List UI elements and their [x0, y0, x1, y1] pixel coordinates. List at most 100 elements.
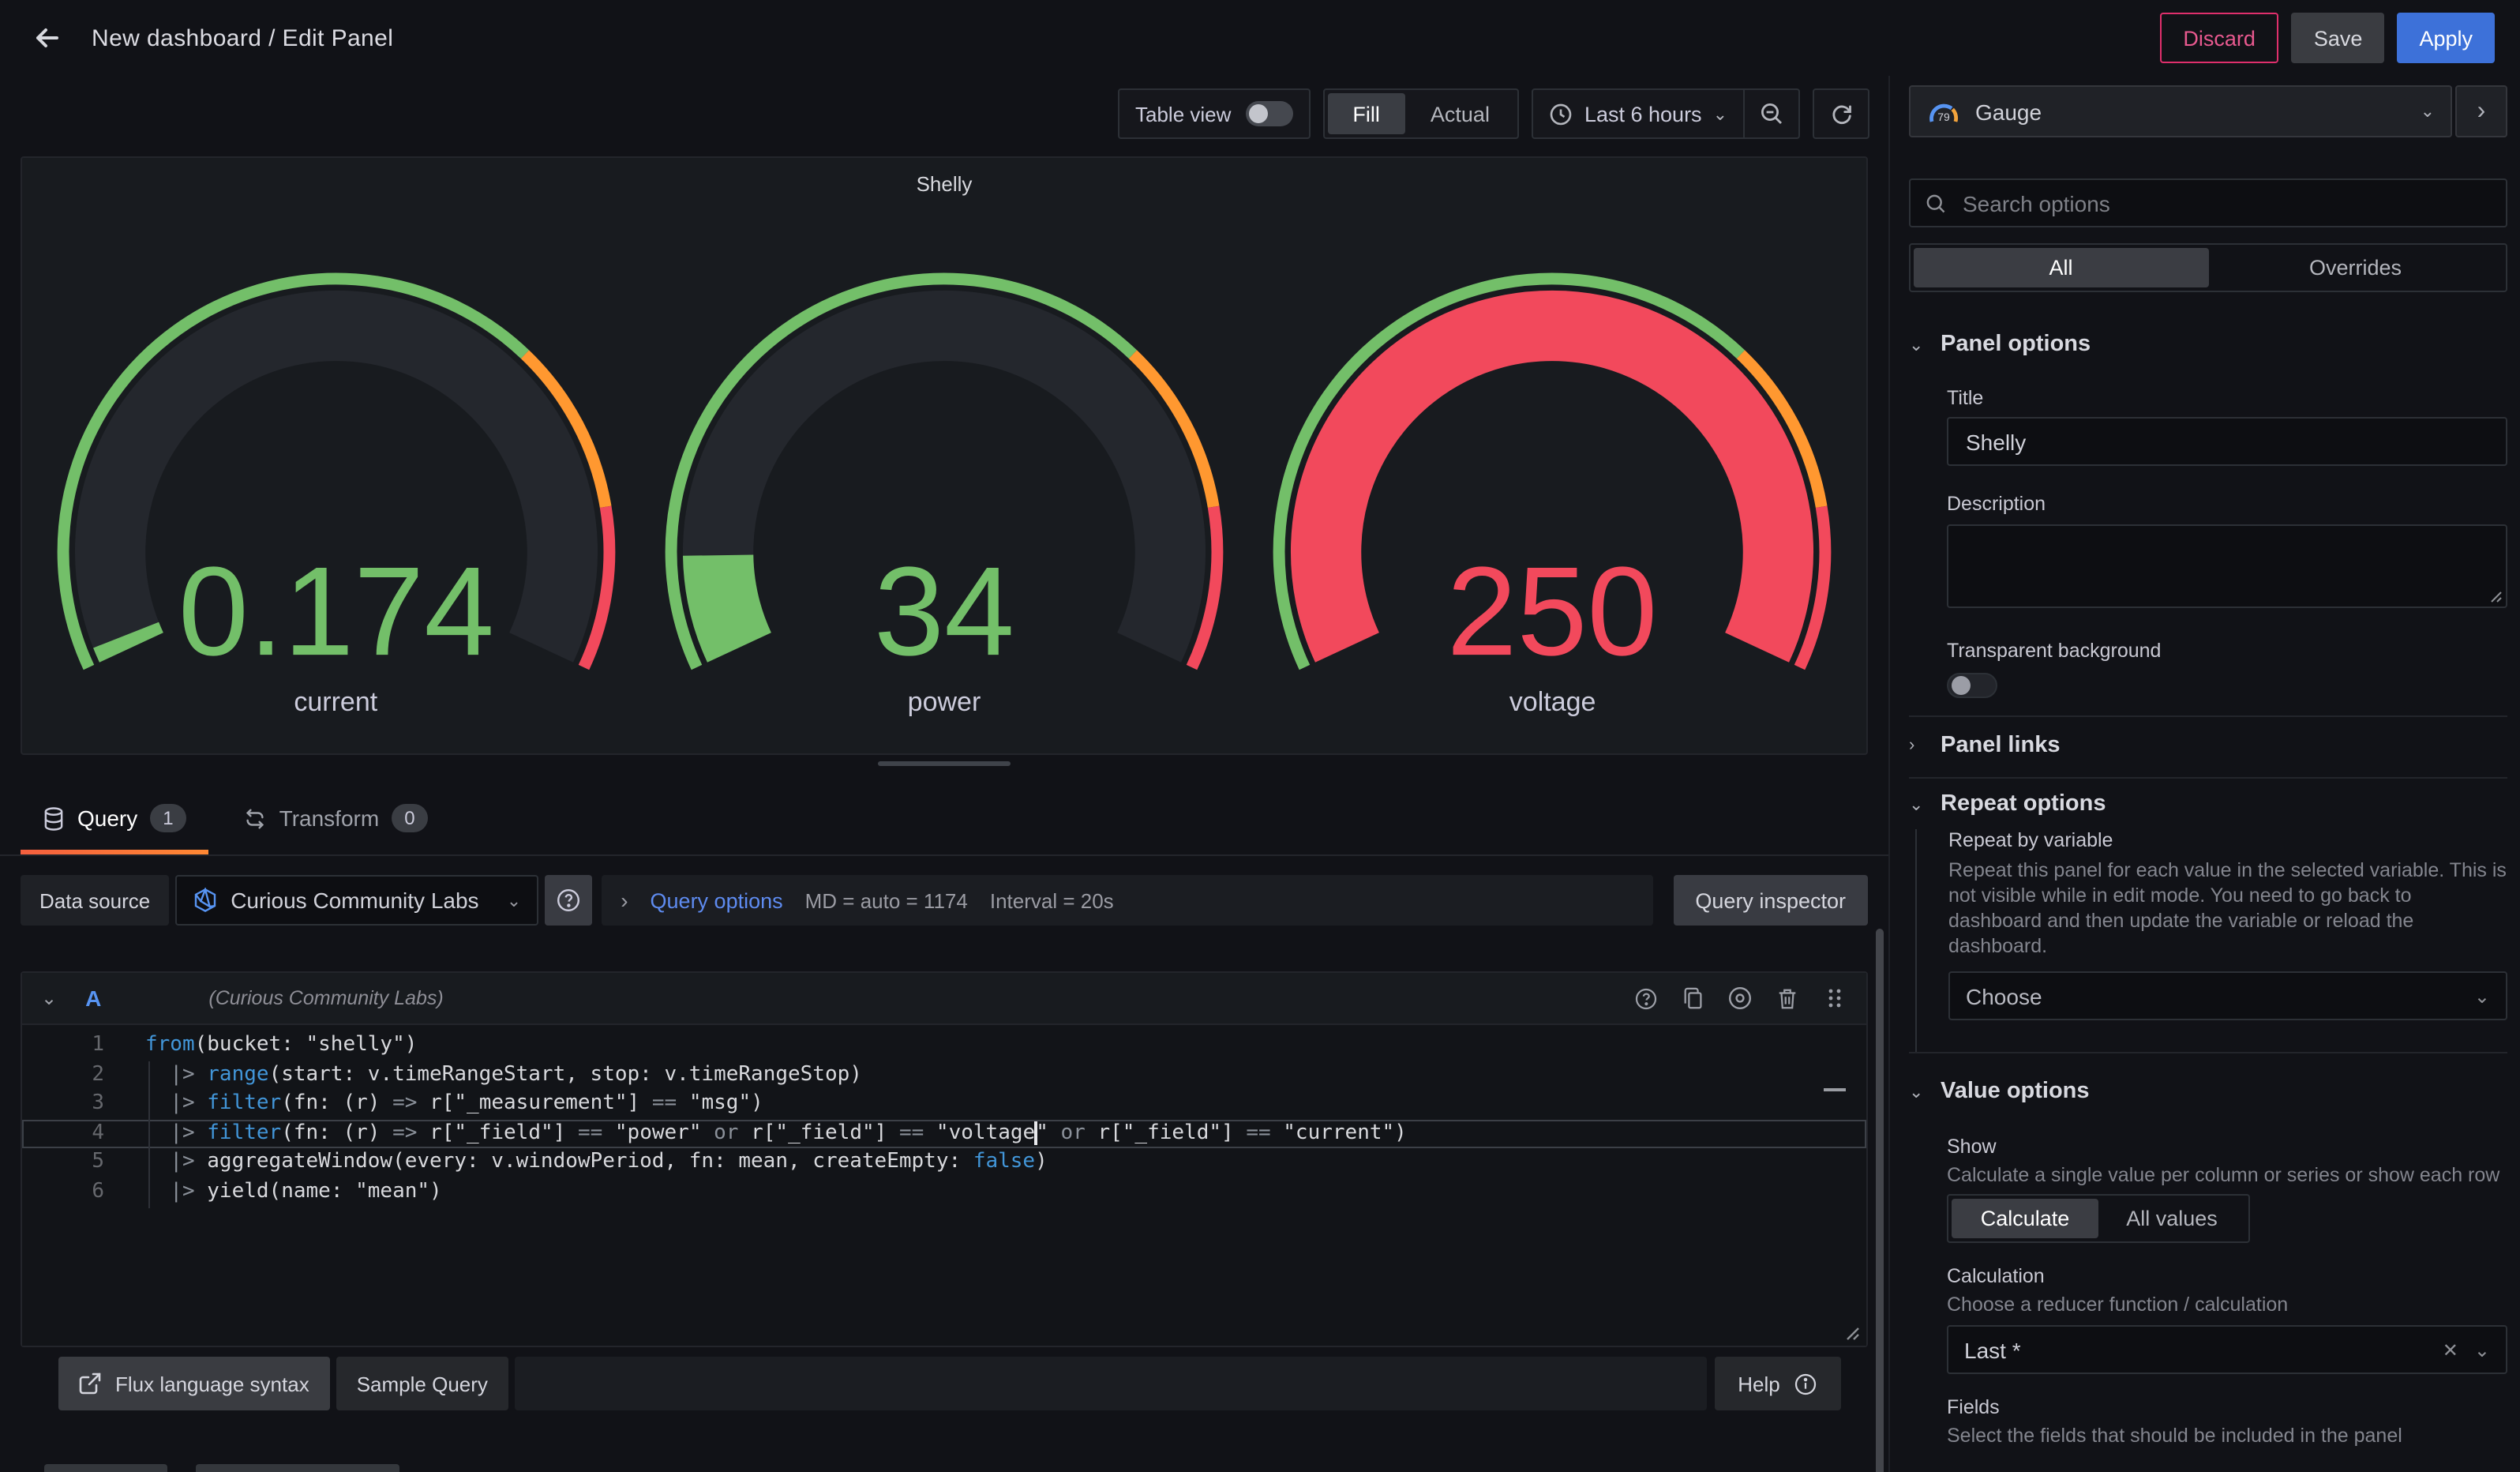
code-line[interactable]: 5 |> aggregateWindow(every: v.windowPeri… — [22, 1148, 1866, 1177]
tab-overrides[interactable]: Overrides — [2208, 248, 2503, 287]
tab-all[interactable]: All — [1914, 248, 2208, 287]
chevron-down-icon: ⌄ — [1909, 1081, 1925, 1102]
query-inspector-button[interactable]: Query inspector — [1673, 875, 1868, 926]
description-field[interactable] — [1947, 524, 2507, 608]
external-link-icon — [79, 1372, 101, 1395]
repeat-variable-value: Choose — [1966, 983, 2474, 1008]
question-circle-icon — [556, 888, 581, 913]
fill-actual-segmented: Fill Actual — [1322, 88, 1520, 139]
add-expression-button[interactable] — [196, 1464, 399, 1472]
panel-splitter[interactable] — [0, 755, 1888, 771]
section-title: Panel links — [1941, 733, 2061, 758]
calculate-button[interactable]: Calculate — [1952, 1199, 2098, 1238]
overview-ruler-mark — [1824, 1088, 1846, 1091]
transparent-bg-label: Transparent background — [1947, 640, 2507, 662]
gauge-label: power — [908, 687, 981, 719]
transparent-bg-toggle[interactable] — [1947, 673, 1997, 698]
actual-button[interactable]: Actual — [1405, 93, 1515, 134]
title-field-wrap — [1947, 417, 2507, 466]
code-line[interactable]: 6 |> yield(name: "mean") — [22, 1177, 1866, 1207]
resize-handle-icon[interactable] — [1843, 1324, 1860, 1341]
datasource-select[interactable]: Curious Community Labs ⌄ — [175, 875, 538, 926]
chevron-right-icon: › — [621, 888, 628, 913]
options-search[interactable] — [1909, 178, 2507, 227]
code-line[interactable]: 4 |> filter(fn: (r) => r["_field"] == "p… — [22, 1119, 1866, 1148]
query-options-bar: › Query options MD = auto = 1174 Interva… — [602, 875, 1652, 926]
duplicate-query-icon[interactable] — [1680, 986, 1705, 1011]
clear-icon[interactable]: ✕ — [2443, 1339, 2458, 1361]
section-title: Panel options — [1941, 332, 2091, 357]
chevron-down-icon: ⌄ — [507, 890, 521, 911]
value-options-content: Show Calculate a single value per column… — [1947, 1136, 2507, 1448]
editor-tabs: Query 1 Transform 0 — [0, 782, 1888, 856]
toggle-viz-picker-button[interactable]: › — [2455, 85, 2507, 137]
back-button[interactable] — [25, 16, 69, 60]
code-line[interactable]: 2 |> range(start: v.timeRangeStart, stop… — [22, 1061, 1866, 1090]
transform-count-badge: 0 — [392, 804, 427, 832]
sample-query-button[interactable]: Sample Query — [336, 1357, 508, 1410]
section-panel-links[interactable]: › Panel links — [1909, 733, 2507, 758]
tab-query[interactable]: Query 1 — [21, 782, 208, 854]
datasource-help-button[interactable] — [545, 875, 592, 926]
zoom-out-time-button[interactable] — [1745, 90, 1798, 137]
flux-syntax-button[interactable]: Flux language syntax — [58, 1357, 330, 1410]
bottom-bar-spacer — [515, 1357, 1707, 1410]
svg-text:34: 34 — [874, 540, 1014, 682]
active-tab-underline — [21, 850, 208, 854]
gauge: 250voltage — [1259, 205, 1847, 719]
repeat-options-content: Repeat by variable Repeat this panel for… — [1915, 829, 2507, 1052]
section-panel-options[interactable]: ⌄ Panel options — [1909, 332, 2507, 357]
repeat-description: Repeat this panel for each value in the … — [1948, 858, 2507, 959]
discard-button[interactable]: Discard — [2159, 13, 2279, 63]
query-count-badge: 1 — [150, 804, 186, 832]
table-view-toggle[interactable] — [1245, 101, 1292, 126]
query-datasource-hint: (Curious Community Labs) — [208, 987, 443, 1009]
code-lines: 1from(bucket: "shelly")2 |> range(start:… — [22, 1031, 1866, 1207]
query-actions — [1633, 986, 1847, 1011]
section-repeat-options[interactable]: ⌄ Repeat options — [1909, 791, 2507, 817]
gauge-viz-icon: 79 — [1926, 99, 1961, 124]
section-value-options[interactable]: ⌄ Value options — [1909, 1079, 2507, 1104]
repeat-variable-select[interactable]: Choose ⌄ — [1948, 971, 2507, 1020]
fill-button[interactable]: Fill — [1327, 93, 1405, 134]
editor-bottom-bar: Flux language syntax Sample Query Help — [58, 1357, 1841, 1410]
add-query-button[interactable] — [44, 1464, 167, 1472]
datasource-label: Data source — [21, 875, 169, 926]
delete-query-icon[interactable] — [1775, 986, 1800, 1011]
title-field[interactable] — [1963, 427, 2492, 456]
query-options-link[interactable]: Query options — [651, 888, 783, 912]
chevron-down-icon: ⌄ — [1909, 794, 1925, 814]
chevron-down-icon[interactable]: ⌄ — [41, 987, 57, 1009]
query-help-icon[interactable] — [1633, 986, 1658, 1011]
section-title: Repeat options — [1941, 791, 2106, 817]
fields-description: Select the fields that should be include… — [1947, 1423, 2507, 1448]
panel-options-content: Title Description Transparent background — [1947, 387, 2507, 698]
main-scrollbar[interactable] — [1876, 929, 1884, 1472]
gauge-panel[interactable]: Shelly 0.174current34power250voltage — [21, 156, 1868, 755]
apply-button[interactable]: Apply — [2397, 13, 2495, 63]
code-line[interactable]: 3 |> filter(fn: (r) => r["_measurement"]… — [22, 1090, 1866, 1119]
drag-handle-icon[interactable] — [1822, 986, 1847, 1011]
refresh-button[interactable] — [1813, 88, 1869, 139]
line-number: 4 — [22, 1119, 104, 1148]
indent-guide — [148, 1061, 150, 1208]
flux-code-editor[interactable]: 1from(bucket: "shelly")2 |> range(start:… — [22, 1025, 1866, 1346]
textarea-resize-icon — [2488, 589, 2503, 603]
save-button[interactable]: Save — [2292, 13, 2385, 63]
svg-text:250: 250 — [1447, 540, 1658, 682]
search-input[interactable] — [1959, 189, 2492, 217]
all-values-button[interactable]: All values — [2098, 1199, 2245, 1238]
hide-query-icon[interactable] — [1727, 986, 1753, 1011]
repeat-by-variable-label: Repeat by variable — [1948, 829, 2507, 851]
query-header[interactable]: ⌄ A (Curious Community Labs) — [22, 973, 1866, 1025]
query-ref-id: A — [85, 986, 101, 1011]
tab-query-label: Query — [77, 805, 137, 831]
table-view-label: Table view — [1135, 102, 1231, 126]
code-line[interactable]: 1from(bucket: "shelly") — [22, 1031, 1866, 1061]
tab-transform[interactable]: Transform 0 — [221, 782, 450, 854]
viz-picker-select[interactable]: 79 Gauge ⌄ — [1909, 85, 2452, 137]
help-button[interactable]: Help — [1715, 1357, 1841, 1410]
header-actions: Discard Save Apply — [2159, 13, 2495, 63]
time-range-picker[interactable]: Last 6 hours ⌄ — [1534, 90, 1743, 137]
calculation-select[interactable]: Last * ✕ ⌄ — [1947, 1325, 2507, 1374]
